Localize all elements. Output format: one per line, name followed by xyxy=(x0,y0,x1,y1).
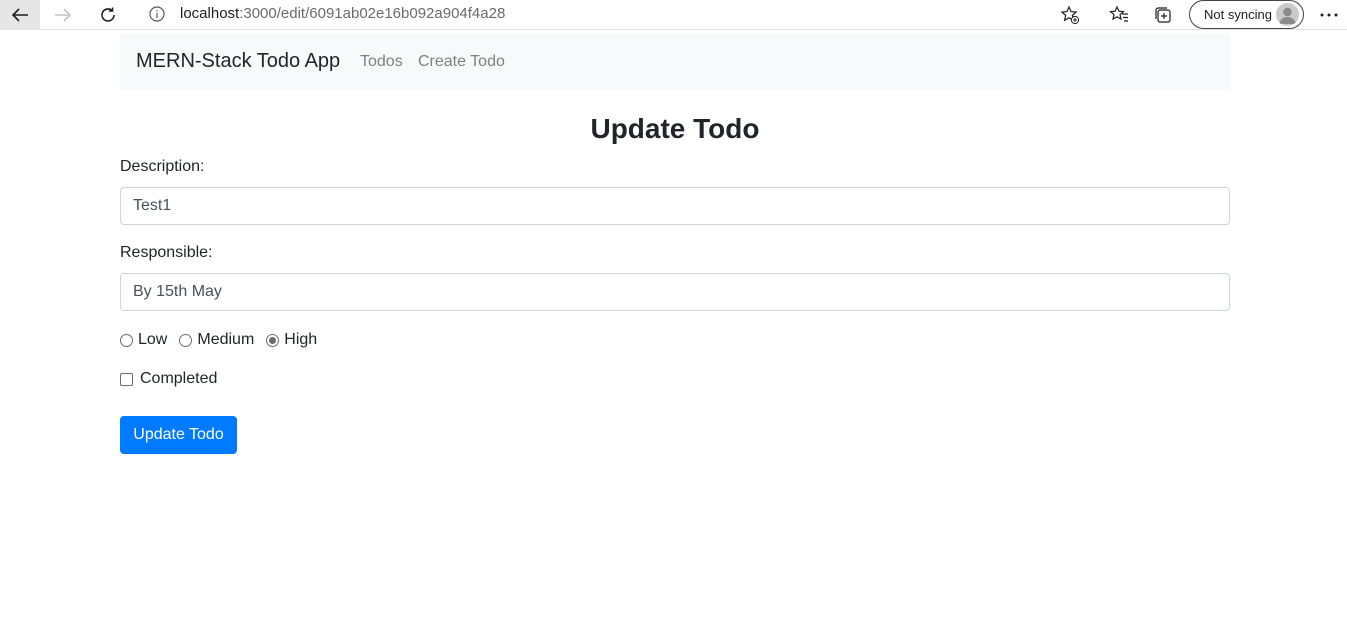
radio-high[interactable] xyxy=(266,333,280,347)
nav-link-create-todo[interactable]: Create Todo xyxy=(418,53,505,71)
address-bar[interactable]: localhost:3000/edit/6091ab02e16b092a904f… xyxy=(136,0,1091,29)
radio-label-medium: Medium xyxy=(197,331,255,348)
description-value: Test1 xyxy=(133,197,172,214)
reload-button[interactable] xyxy=(88,0,128,30)
radio-medium[interactable] xyxy=(179,333,193,347)
info-icon[interactable] xyxy=(149,6,165,22)
reload-icon xyxy=(101,7,115,22)
description-label: Description: xyxy=(120,158,205,175)
back-arrow-icon xyxy=(11,8,28,22)
add-favorite-icon[interactable] xyxy=(1060,5,1080,25)
priority-option-low[interactable]: Low xyxy=(120,331,167,349)
update-todo-button[interactable]: Update Todo xyxy=(120,416,237,454)
responsible-label: Responsible: xyxy=(120,244,213,261)
url-host: localhost xyxy=(180,5,240,22)
priority-radio-group: Low Medium High xyxy=(120,329,329,351)
forward-button[interactable] xyxy=(43,0,83,30)
responsible-value: By 15th May xyxy=(133,283,222,300)
description-input[interactable]: Test1 xyxy=(120,187,1230,225)
responsible-input[interactable]: By 15th May xyxy=(120,273,1230,311)
browser-toolbar: localhost:3000/edit/6091ab02e16b092a904f… xyxy=(0,0,1347,30)
forward-arrow-icon xyxy=(55,8,72,22)
more-icon[interactable] xyxy=(1318,5,1340,25)
favorites-icon[interactable] xyxy=(1109,5,1129,25)
completed-checkbox[interactable] xyxy=(120,372,133,386)
priority-option-medium[interactable]: Medium xyxy=(179,331,254,349)
profile-button[interactable]: Not syncing xyxy=(1189,0,1304,29)
url-text[interactable]: localhost:3000/edit/6091ab02e16b092a904f… xyxy=(180,5,505,22)
radio-low[interactable] xyxy=(120,333,133,347)
url-path: :3000/edit/6091ab02e16b092a904f4a28 xyxy=(239,5,506,22)
profile-label: Not syncing xyxy=(1204,7,1272,22)
page-title: Update Todo xyxy=(590,113,760,144)
app-navbar: MERN-Stack Todo App Todos Create Todo xyxy=(120,34,1230,90)
radio-label-low: Low xyxy=(138,331,168,348)
navbar-brand[interactable]: MERN-Stack Todo App xyxy=(136,50,340,73)
avatar-icon xyxy=(1276,3,1299,26)
nav-link-todos[interactable]: Todos xyxy=(360,53,403,71)
back-button[interactable] xyxy=(0,0,40,30)
collections-icon[interactable] xyxy=(1153,5,1173,25)
radio-label-high: High xyxy=(284,331,318,348)
completed-checkbox-row[interactable]: Completed xyxy=(120,370,217,388)
completed-label: Completed xyxy=(140,370,218,387)
priority-option-high[interactable]: High xyxy=(266,331,317,349)
